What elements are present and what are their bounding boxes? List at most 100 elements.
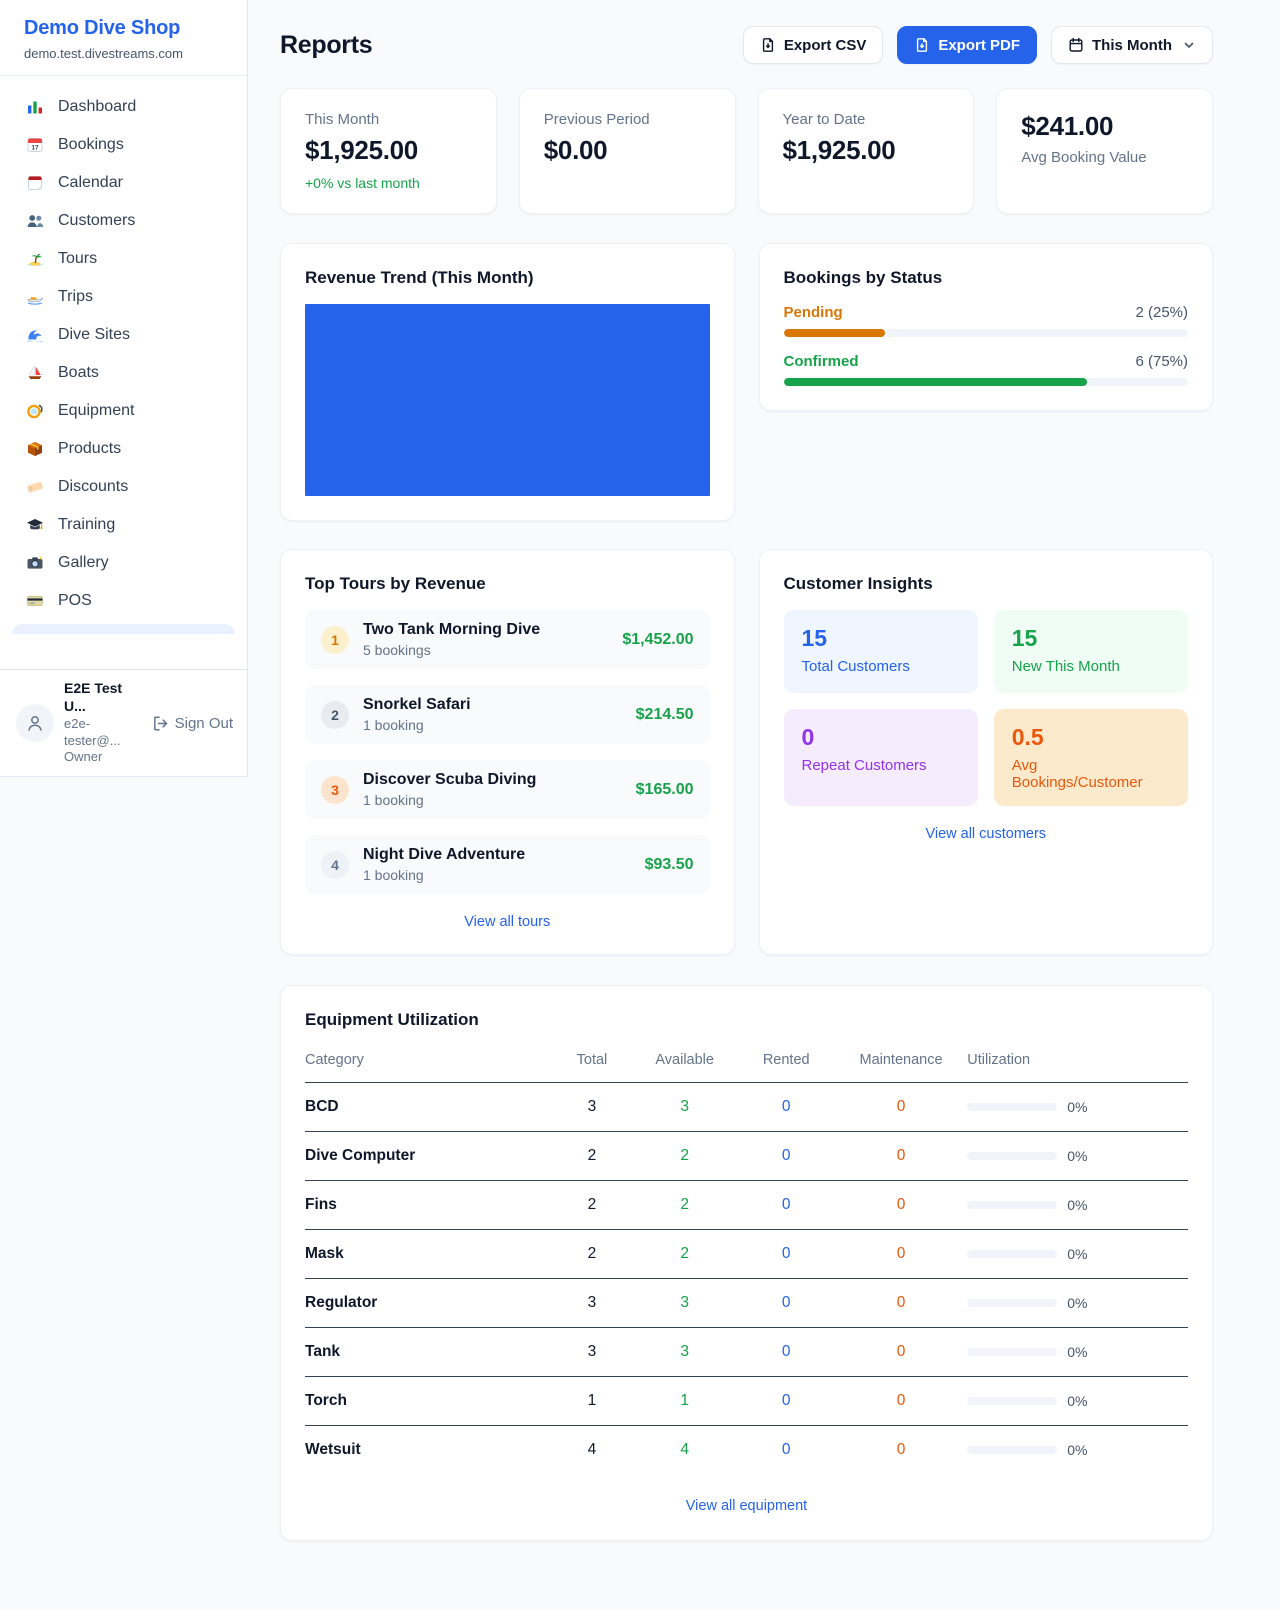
utilization-percent: 0%: [1067, 1295, 1087, 1311]
equipment-table-header: Category Total Available Rented Maintena…: [305, 1044, 1188, 1083]
equipment-table-row: Torch 1 1 0 0 0%: [305, 1377, 1188, 1426]
tour-amount: $214.50: [636, 706, 694, 724]
stat-card-avg-booking-value: $241.00 Avg Booking Value: [996, 88, 1213, 214]
stats-row: This Month $1,925.00 +0% vs last month P…: [280, 88, 1213, 214]
column-header: Maintenance: [835, 1044, 967, 1083]
camera-icon: [26, 554, 44, 572]
page-title: Reports: [280, 31, 372, 60]
sidebar-item-dive-sites[interactable]: Dive Sites: [0, 316, 247, 354]
user-name: E2E Test U...: [64, 680, 142, 716]
header-actions: Export CSV Export PDF This Month: [743, 26, 1213, 64]
rank-badge: 4: [321, 851, 349, 879]
tour-bookings: 5 bookings: [363, 642, 540, 658]
sidebar-item-boats[interactable]: Boats: [0, 354, 247, 392]
person-icon: [25, 713, 45, 733]
status-value: 2 (25%): [1135, 304, 1188, 321]
insight-tile-repeat-customers: 0 Repeat Customers: [784, 709, 978, 806]
stat-card-year-to-date: Year to Date $1,925.00: [758, 88, 975, 214]
middle-row: Top Tours by Revenue 1 Two Tank Morning …: [280, 549, 1213, 955]
stat-card-this-month: This Month $1,925.00 +0% vs last month: [280, 88, 497, 214]
sidebar-item-reports-partial[interactable]: [12, 624, 235, 634]
sidebar-item-pos[interactable]: POS: [0, 582, 247, 620]
view-all-equipment-link[interactable]: View all equipment: [305, 1498, 1188, 1514]
status-row-pending: Pending 2 (25%): [784, 304, 1189, 337]
status-label: Confirmed: [784, 353, 859, 370]
equipment-table-row: Mask 2 2 0 0 0%: [305, 1230, 1188, 1279]
sidebar-item-products[interactable]: Products: [0, 430, 247, 468]
utilization-bar: [967, 1299, 1057, 1307]
utilization-percent: 0%: [1067, 1442, 1087, 1458]
utilization-bar: [967, 1446, 1057, 1454]
sign-out-button[interactable]: Sign Out: [152, 715, 233, 732]
column-header: Rented: [738, 1044, 835, 1083]
export-csv-button[interactable]: Export CSV: [743, 26, 884, 64]
sidebar-item-discounts[interactable]: Discounts: [0, 468, 247, 506]
top-tours-list: 1 Two Tank Morning Dive 5 bookings $1,45…: [305, 610, 710, 894]
insight-tile-avg-bookings: 0.5 Avg Bookings/Customer: [994, 709, 1188, 806]
view-all-customers-link[interactable]: View all customers: [784, 826, 1189, 842]
status-bar-fill: [784, 329, 885, 337]
sign-out-icon: [152, 715, 169, 732]
export-pdf-button[interactable]: Export PDF: [897, 26, 1037, 64]
equipment-table-row: BCD 3 3 0 0 0%: [305, 1083, 1188, 1132]
utilization-percent: 0%: [1067, 1393, 1087, 1409]
sidebar-item-equipment[interactable]: Equipment: [0, 392, 247, 430]
period-dropdown[interactable]: This Month: [1051, 26, 1213, 64]
sidebar-item-trips[interactable]: Trips: [0, 278, 247, 316]
column-header: Available: [632, 1044, 738, 1083]
utilization-percent: 0%: [1067, 1246, 1087, 1262]
sidebar-item-calendar[interactable]: Calendar: [0, 164, 247, 202]
status-bar-fill: [784, 378, 1087, 386]
tour-bookings: 1 booking: [363, 792, 536, 808]
stat-value: $1,925.00: [305, 135, 472, 166]
rank-badge: 1: [321, 626, 349, 654]
package-icon: [26, 440, 44, 458]
stat-card-previous-period: Previous Period $0.00: [519, 88, 736, 214]
user-email: e2e-tester@...: [64, 716, 142, 749]
equipment-utilization-title: Equipment Utilization: [305, 1010, 1188, 1030]
revenue-trend-chart: [305, 304, 710, 496]
utilization-bar: [967, 1397, 1057, 1405]
tour-row: 1 Two Tank Morning Dive 5 bookings $1,45…: [305, 610, 710, 669]
tour-row: 4 Night Dive Adventure 1 booking $93.50: [305, 835, 710, 894]
revenue-trend-card: Revenue Trend (This Month): [280, 243, 735, 521]
sidebar-item-bookings[interactable]: 17 Bookings: [0, 126, 247, 164]
tour-name: Snorkel Safari: [363, 696, 471, 714]
sidebar-item-customers[interactable]: Customers: [0, 202, 247, 240]
bar-chart-icon: [26, 98, 44, 116]
utilization-percent: 0%: [1067, 1344, 1087, 1360]
utilization-percent: 0%: [1067, 1197, 1087, 1213]
main-content: Reports Export CSV Export PDF This Month…: [248, 0, 1280, 1601]
shop-name: Demo Dive Shop: [24, 17, 223, 40]
tour-row: 3 Discover Scuba Diving 1 booking $165.0…: [305, 760, 710, 819]
insight-label: Total Customers: [802, 658, 960, 675]
status-label: Pending: [784, 304, 843, 321]
sidebar-item-dashboard[interactable]: Dashboard: [0, 88, 247, 126]
utilization-bar: [967, 1152, 1057, 1160]
credit-card-icon: [26, 592, 44, 610]
file-export-icon: [760, 37, 776, 53]
view-all-tours-link[interactable]: View all tours: [305, 914, 710, 930]
tag-icon: [26, 478, 44, 496]
equipment-table-row: Tank 3 3 0 0 0%: [305, 1328, 1188, 1377]
sidebar-item-training[interactable]: Training: [0, 506, 247, 544]
stat-label: Previous Period: [544, 111, 711, 128]
equipment-table-row: Dive Computer 2 2 0 0 0%: [305, 1132, 1188, 1181]
sidebar-nav: Dashboard 17 Bookings Calendar Customers…: [0, 76, 247, 620]
sidebar-item-tours[interactable]: Tours: [0, 240, 247, 278]
user-footer: E2E Test U... e2e-tester@... Owner Sign …: [0, 669, 247, 776]
tour-name: Night Dive Adventure: [363, 846, 525, 864]
speedboat-icon: [26, 288, 44, 306]
stat-value: $241.00: [1021, 111, 1188, 142]
chevron-down-icon: [1182, 38, 1196, 52]
tour-bookings: 1 booking: [363, 717, 471, 733]
tour-amount: $1,452.00: [622, 631, 693, 649]
status-value: 6 (75%): [1135, 353, 1188, 370]
brand: Demo Dive Shop demo.test.divestreams.com: [0, 0, 247, 76]
charts-row: Revenue Trend (This Month) Bookings by S…: [280, 243, 1213, 521]
insight-label: Avg Bookings/Customer: [1012, 757, 1170, 791]
status-row-confirmed: Confirmed 6 (75%): [784, 353, 1189, 386]
sidebar-item-gallery[interactable]: Gallery: [0, 544, 247, 582]
insight-tile-total-customers: 15 Total Customers: [784, 610, 978, 693]
insight-value: 15: [802, 625, 960, 652]
